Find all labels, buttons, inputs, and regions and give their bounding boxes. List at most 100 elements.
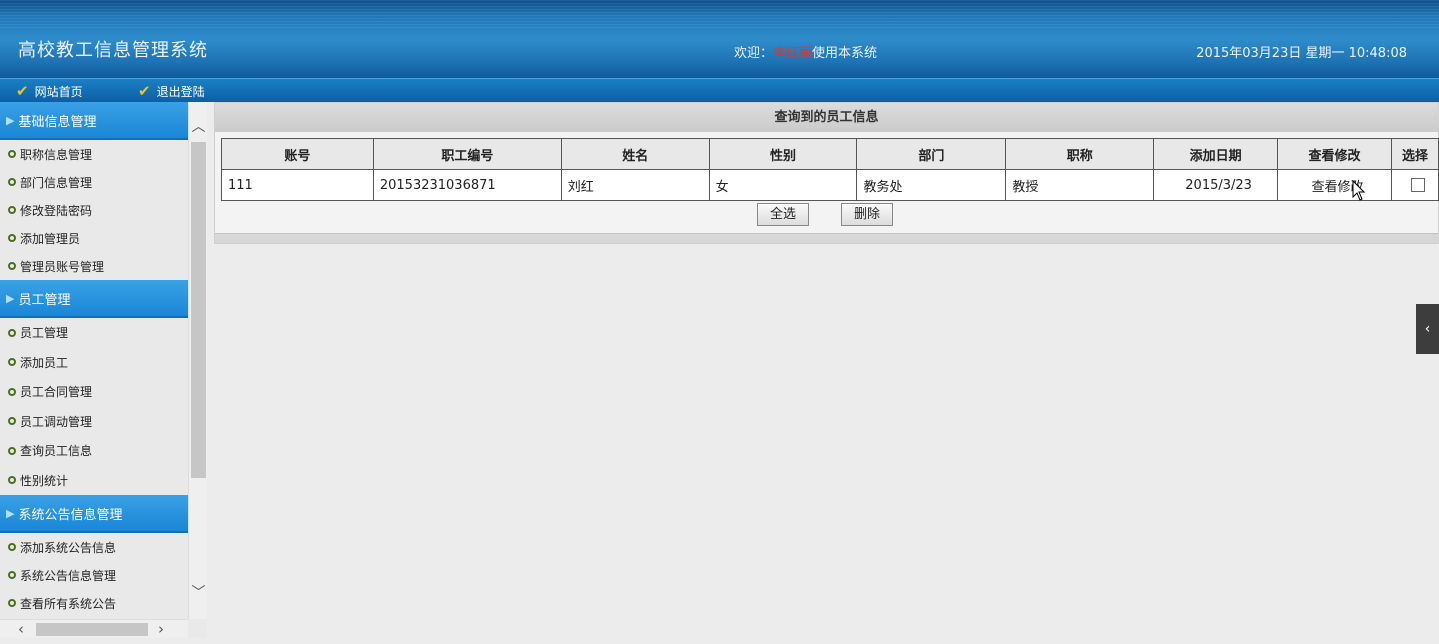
circle-bullet-icon [8,150,16,158]
sidebar-section-announcements[interactable]: ▶ 系统公告信息管理 [0,495,188,533]
sidebar-item-query-employee[interactable]: 查询员工信息 [0,436,188,466]
welcome-prefix: 欢迎： [734,46,774,61]
col-header-name: 姓名 [560,138,710,170]
chevron-up-icon[interactable]: ︿ [191,116,206,135]
sidebar-item-transfers[interactable]: 员工调动管理 [0,406,188,436]
sidebar-item-gender-stats[interactable]: 性别统计 [0,465,188,495]
circle-bullet-icon [8,571,16,579]
cell-title: 教授 [1005,169,1155,201]
circle-bullet-icon [8,178,16,186]
sidebar-item-label: 员工调动管理 [20,414,93,429]
welcome-message: 欢迎：李红丽使用本系统 [734,42,877,61]
side-panel-toggle[interactable]: ‹ [1416,304,1439,354]
col-header-added-date: 添加日期 [1153,138,1279,170]
check-icon: ✔ [16,82,29,100]
sidebar-item-label: 添加员工 [20,355,69,370]
cell-employee-no: 20153231036871 [372,169,562,201]
nav-logout-label: 退出登陆 [156,84,205,99]
chevron-left-icon[interactable]: ‹ [12,620,30,638]
col-header-department: 部门 [856,138,1007,170]
circle-bullet-icon [8,328,16,337]
circle-bullet-icon [8,358,16,367]
circle-bullet-icon [8,262,16,270]
sidebar-item-department-info[interactable]: 部门信息管理 [0,168,188,196]
circle-bullet-icon [8,543,16,551]
cell-account: 111 [221,169,374,201]
cell-name: 刘红 [560,169,710,201]
sidebar-item-announcement-manage[interactable]: 系统公告信息管理 [0,561,188,589]
circle-bullet-icon [8,206,16,214]
sidebar-vertical-scrollbar[interactable]: ︿ ﹀ [188,102,207,619]
section-title: 员工管理 [18,292,71,308]
sidebar-item-label: 查看所有系统公告 [20,596,117,611]
sidebar: ▶ 基础信息管理 职称信息管理 部门信息管理 修改登陆密码 添加管理员 管理员账… [0,102,207,638]
sidebar-item-label: 部门信息管理 [20,175,93,190]
sidebar-section-basic-info[interactable]: ▶ 基础信息管理 [0,102,188,140]
row-select-checkbox[interactable] [1410,178,1425,192]
table-row: 111 20153231036871 刘红 女 教务处 教授 2015/3/23… [221,169,1439,201]
sidebar-item-change-password[interactable]: 修改登陆密码 [0,196,188,224]
sidebar-menu: ▶ 基础信息管理 职称信息管理 部门信息管理 修改登陆密码 添加管理员 管理员账… [0,102,188,619]
sidebar-item-admin-accounts[interactable]: 管理员账号管理 [0,252,188,280]
sidebar-item-add-admin[interactable]: 添加管理员 [0,224,188,252]
section-title: 系统公告信息管理 [18,507,123,523]
sidebar-horizontal-scrollbar[interactable]: ‹ › [0,619,188,638]
triangle-right-icon: ▶ [6,506,15,520]
circle-bullet-icon [8,234,16,242]
chevron-down-icon[interactable]: ﹀ [191,582,206,601]
circle-bullet-icon [8,417,16,426]
sidebar-item-label: 系统公告信息管理 [20,568,117,583]
check-icon: ✔ [138,82,151,100]
table-header-row: 账号 职工编号 姓名 性别 部门 职称 添加日期 查看修改 选择 [221,138,1439,170]
sidebar-item-label: 添加系统公告信息 [20,540,117,555]
cell-gender: 女 [708,169,858,201]
cell-department: 教务处 [856,169,1007,201]
col-header-employee-no: 职工编号 [372,138,562,170]
col-header-gender: 性别 [708,138,858,170]
nav-logout-link[interactable]: ✔ 退出登陆 [138,82,205,100]
sidebar-item-label: 添加管理员 [20,231,81,246]
sidebar-item-label: 修改登陆密码 [20,203,93,218]
sidebar-item-add-employee[interactable]: 添加员工 [0,347,188,377]
scrollbar-thumb[interactable] [191,142,206,478]
top-nav: ✔ 网站首页 ✔ 退出登陆 [0,78,1439,102]
select-all-button[interactable]: 全选 [757,203,809,226]
sidebar-section-employee[interactable]: ▶ 员工管理 [0,280,188,318]
sidebar-item-label: 管理员账号管理 [20,259,105,274]
welcome-suffix: 使用本系统 [812,46,878,61]
sidebar-item-employee-manage[interactable]: 员工管理 [0,318,188,348]
view-edit-link[interactable]: 查看修改 [1277,169,1392,201]
sidebar-item-label: 员工合同管理 [20,385,93,400]
mouse-cursor-icon [1352,180,1366,201]
main-panel: 查询到的员工信息 账号 职工编号 姓名 性别 部门 职称 添加日期 查看修改 选… [214,102,1439,244]
scrollbar-thumb[interactable] [36,623,148,636]
delete-button[interactable]: 删除 [841,203,893,226]
col-header-view-edit: 查看修改 [1277,138,1392,170]
sidebar-item-label: 查询员工信息 [20,444,93,459]
sidebar-item-label: 职称信息管理 [20,147,93,162]
employee-table: 账号 职工编号 姓名 性别 部门 职称 添加日期 查看修改 选择 111 201… [221,138,1439,201]
chevron-right-icon[interactable]: › [152,620,170,638]
sidebar-item-contracts[interactable]: 员工合同管理 [0,377,188,407]
col-header-select: 选择 [1390,138,1439,170]
system-title: 高校教工信息管理系统 [18,40,208,61]
cell-added-date: 2015/3/23 [1153,169,1279,201]
circle-bullet-icon [8,476,16,485]
sidebar-item-all-announcements[interactable]: 查看所有系统公告 [0,589,188,617]
sidebar-item-label: 员工管理 [20,326,69,341]
cell-select [1390,169,1439,201]
panel-title: 查询到的员工信息 [215,103,1438,132]
nav-home-link[interactable]: ✔ 网站首页 [16,82,83,100]
chevron-left-icon: ‹ [1424,321,1431,337]
col-header-account: 账号 [221,138,374,170]
section-title: 基础信息管理 [18,114,97,130]
circle-bullet-icon [8,599,16,607]
circle-bullet-icon [8,446,16,455]
welcome-username: 李红丽 [773,46,813,61]
current-datetime: 2015年03月23日 星期一 10:48:08 [1196,46,1407,61]
sidebar-item-label: 性别统计 [20,473,69,488]
col-header-title: 职称 [1005,138,1155,170]
sidebar-item-add-announcement[interactable]: 添加系统公告信息 [0,533,188,561]
sidebar-item-title-info[interactable]: 职称信息管理 [0,140,188,168]
header-banner: 高校教工信息管理系统 欢迎：李红丽使用本系统 2015年03月23日 星期一 1… [0,0,1439,78]
